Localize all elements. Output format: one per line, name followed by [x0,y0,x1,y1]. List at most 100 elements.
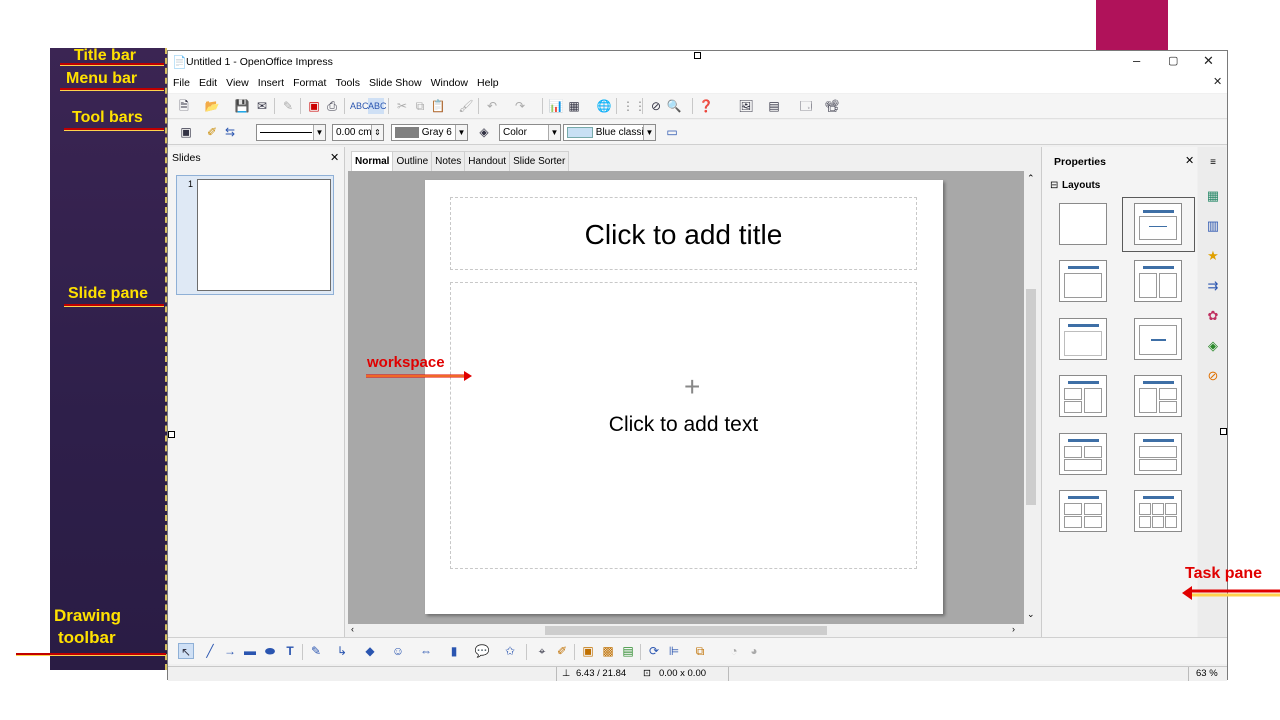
ellipse-icon[interactable]: ⬬ [262,643,278,659]
scroll-left-icon[interactable]: ‹ [351,624,354,634]
navigator-icon[interactable]: ⊘ [648,98,664,114]
arrow-style-icon[interactable]: ⇆ [222,124,238,140]
line-icon[interactable]: ✐ [204,124,220,140]
edit-file-icon[interactable]: ✎ [280,98,296,114]
gallery-icon[interactable]: ✿ [1204,307,1222,325]
zoom-level[interactable]: 63 % [1196,667,1218,681]
slide-thumbnail[interactable]: 1 [176,175,334,295]
paste-icon[interactable]: 📋 [430,98,446,114]
block-arrows-icon[interactable]: ⇔ [418,643,434,659]
doc-close-button[interactable]: ✕ [1213,75,1222,88]
slide-design-icon[interactable]: 🗔 [798,98,814,114]
sidebar-menu-icon[interactable]: ≡ [1204,154,1222,172]
layout-title-4content[interactable] [1059,490,1107,532]
menu-format[interactable]: Format [290,73,329,93]
spellcheck-icon[interactable]: ABC [350,98,369,114]
menu-window[interactable]: Window [428,73,471,93]
line-width-input[interactable]: 0.00 cm ⇕ [332,124,384,141]
line-style-select[interactable]: ▼ [256,124,326,141]
slide-icon[interactable]: 🖼 [738,98,754,114]
save-icon[interactable]: 💾 [234,98,250,114]
gallery-tool-icon[interactable]: ▩ [600,643,616,659]
layout-blank[interactable] [1059,203,1107,245]
layout-title-only[interactable] [1059,318,1107,360]
styles-deck-icon[interactable]: ◈ [1204,337,1222,355]
arrow-line-icon[interactable]: → [222,643,238,659]
minimize-button[interactable]: – [1133,53,1140,68]
menu-file[interactable]: File [170,73,193,93]
custom-animation-icon[interactable]: ★ [1204,247,1222,265]
rotate-icon[interactable]: ⟳ [646,643,662,659]
restore-button[interactable]: ▢ [1168,54,1178,67]
slide-canvas[interactable]: Click to add title + Click to add text [425,180,943,614]
scroll-up-icon[interactable]: ⌃ [1027,173,1035,184]
curve-icon[interactable]: ✎ [308,643,324,659]
symbol-shapes-icon[interactable]: ☺ [390,643,406,659]
collapse-icon[interactable]: ⊟ [1050,180,1058,191]
slide-show-icon[interactable]: 📽 [824,98,840,114]
layout-title-content-over-content[interactable] [1134,433,1182,475]
slide-layout-icon[interactable]: ▤ [766,98,782,114]
rectangle-icon[interactable]: ▬ [242,643,258,659]
layout-centered-text[interactable] [1134,318,1182,360]
autospellcheck-icon[interactable]: ABC [368,98,387,114]
hyperlink-icon[interactable]: 🌐 [596,98,612,114]
area-icon[interactable]: ◈ [476,124,492,140]
title-placeholder[interactable]: Click to add title [450,197,917,270]
stars-icon[interactable]: ✩ [502,643,518,659]
pane-handle[interactable] [168,431,175,438]
select-arrow-icon[interactable]: ↖ [178,643,194,659]
basic-shapes-icon[interactable]: ◆ [362,643,378,659]
menu-insert[interactable]: Insert [255,73,287,93]
tab-outline[interactable]: Outline [392,151,433,172]
interaction-icon[interactable]: ▤ [620,643,636,659]
copy-icon[interactable]: ⧉ [412,98,428,114]
zoom-icon[interactable]: 🔍 [666,98,682,114]
redo-icon[interactable]: ↷ [512,98,528,114]
print-icon[interactable]: ⎙ [324,98,340,114]
connector-icon[interactable]: ↳ [334,643,350,659]
resize-handle[interactable] [694,52,701,59]
scroll-right-icon[interactable]: › [1012,624,1015,634]
slide-transition-icon[interactable]: ⇉ [1204,277,1222,295]
open-folder-icon[interactable]: 📂 [204,98,220,114]
layout-title-6content[interactable] [1134,490,1182,532]
text-placeholder[interactable]: + Click to add text [450,282,917,569]
styles-icon[interactable]: ▣ [178,124,194,140]
flowchart-icon[interactable]: ▮ [446,643,462,659]
vertical-scroll-thumb[interactable] [1026,289,1036,505]
new-document-icon[interactable]: 🗎 [176,98,192,114]
area-style-select[interactable]: Color ▼ [499,124,561,141]
layout-title-slide[interactable] [1134,203,1182,245]
chart-icon[interactable]: 📊 [548,98,564,114]
line-tool-icon[interactable]: ╱ [202,643,218,659]
tab-slide-sorter[interactable]: Slide Sorter [509,151,570,172]
grid-icon[interactable]: ⋮⋮ [622,98,646,114]
close-button[interactable]: ✕ [1203,53,1214,69]
clone-format-icon[interactable]: 🖌 [458,98,474,114]
layout-title-content[interactable] [1059,260,1107,302]
layout-title-content-2content[interactable] [1134,375,1182,417]
menu-tools[interactable]: Tools [332,73,363,93]
pane-handle[interactable] [1220,428,1227,435]
extrusion-icon[interactable]: ◔ [726,643,742,659]
layout-title-2content-content[interactable] [1059,375,1107,417]
cut-icon[interactable]: ✂ [394,98,410,114]
shadow-tool-icon[interactable]: ◕ [746,643,762,659]
points-icon[interactable]: ⌖ [534,643,550,659]
tab-normal[interactable]: Normal [351,151,394,172]
area-fill-select[interactable]: Blue classic ▼ [563,124,656,141]
properties-close[interactable]: ✕ [1185,154,1194,167]
from-file-icon[interactable]: ▣ [580,643,596,659]
email-icon[interactable]: ✉ [254,98,270,114]
slides-pane-close[interactable]: ✕ [330,151,339,164]
text-tool-icon[interactable]: T [282,643,298,659]
horizontal-scrollbar[interactable]: ‹ › [348,624,1024,637]
vertical-scrollbar[interactable]: ⌃ ⌄ [1024,171,1038,624]
layout-title-2content-over-content[interactable] [1059,433,1107,475]
tab-notes[interactable]: Notes [431,151,466,172]
scroll-down-icon[interactable]: ⌄ [1027,609,1035,620]
menu-view[interactable]: View [223,73,252,93]
export-pdf-icon[interactable]: ▣ [306,98,322,114]
menu-help[interactable]: Help [474,73,502,93]
